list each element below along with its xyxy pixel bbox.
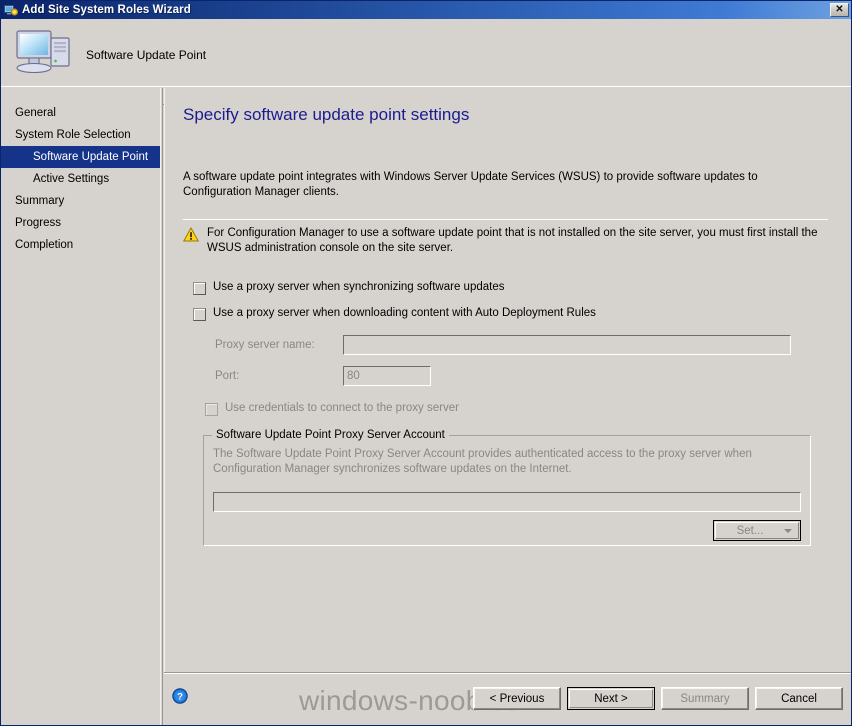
warning-text: For Configuration Manager to use a softw… [207, 227, 818, 254]
cancel-button[interactable]: Cancel [755, 687, 843, 710]
content-divider [183, 219, 828, 220]
checkbox-use-credentials-label: Use credentials to connect to the proxy … [225, 402, 459, 414]
proxy-port-label: Port: [215, 370, 240, 382]
checkbox-use-credentials[interactable]: Use credentials to connect to the proxy … [205, 402, 459, 416]
help-circle-icon[interactable]: ? [172, 688, 188, 704]
proxy-account-description: The Software Update Point Proxy Server A… [213, 448, 752, 475]
svg-text:?: ? [177, 692, 183, 703]
sidebar-item-completion[interactable]: Completion [1, 234, 162, 256]
sidebar-item-general[interactable]: General [1, 102, 162, 124]
proxy-account-legend: Software Update Point Proxy Server Accou… [212, 429, 449, 441]
checkbox-proxy-adr-label: Use a proxy server when downloading cont… [213, 307, 596, 319]
wizard-window: Add Site System Roles Wizard ✕ Software … [0, 0, 852, 726]
next-button[interactable]: Next > [567, 687, 655, 710]
checkbox-proxy-sync-box[interactable] [193, 282, 206, 295]
site-system-icon [4, 3, 19, 17]
warning-message: For Configuration Manager to use a softw… [182, 226, 823, 256]
proxy-port-input[interactable]: 80 [343, 366, 431, 386]
checkbox-proxy-sync[interactable]: Use a proxy server when synchronizing so… [193, 281, 504, 295]
wizard-header: Software Update Point [1, 19, 851, 105]
summary-button[interactable]: Summary [661, 687, 749, 710]
checkbox-proxy-sync-label: Use a proxy server when synchronizing so… [213, 281, 505, 293]
chevron-down-icon[interactable] [784, 528, 792, 533]
set-account-button-label: Set... [736, 524, 764, 537]
checkbox-proxy-adr-box[interactable] [193, 308, 206, 321]
sidebar-item-summary[interactable]: Summary [1, 190, 162, 212]
previous-button[interactable]: < Previous [473, 687, 561, 710]
proxy-server-name-label: Proxy server name: [215, 339, 315, 351]
wizard-footer: ? windows-noob.com < Previous Next > Sum… [164, 672, 851, 725]
warning-triangle-icon [182, 226, 200, 242]
wizard-content-panel: Specify software update point settings A… [164, 88, 851, 672]
intro-text: A software update point integrates with … [183, 171, 758, 198]
page-title: Specify software update point settings [183, 105, 470, 124]
checkbox-proxy-adr[interactable]: Use a proxy server when downloading cont… [193, 307, 596, 321]
proxy-account-groupbox: Software Update Point Proxy Server Accou… [203, 429, 811, 546]
close-icon[interactable]: ✕ [830, 3, 849, 17]
sidebar-item-software-update-point[interactable]: Software Update Point [1, 146, 160, 168]
wizard-step-list: General System Role Selection Software U… [1, 88, 163, 725]
title-bar: Add Site System Roles Wizard ✕ [1, 1, 851, 19]
sidebar-item-progress[interactable]: Progress [1, 212, 162, 234]
sidebar-item-system-role-selection[interactable]: System Role Selection [1, 124, 162, 146]
proxy-account-input[interactable] [213, 492, 801, 512]
computer-icon [15, 25, 73, 79]
checkbox-use-credentials-box[interactable] [205, 403, 218, 416]
sidebar-item-active-settings[interactable]: Active Settings [1, 168, 162, 190]
proxy-server-name-input[interactable] [343, 335, 791, 355]
window-title: Add Site System Roles Wizard [22, 4, 191, 16]
header-title: Software Update Point [86, 48, 207, 62]
set-account-button[interactable]: Set... [713, 520, 801, 541]
next-button-inner: Next > [569, 689, 653, 708]
